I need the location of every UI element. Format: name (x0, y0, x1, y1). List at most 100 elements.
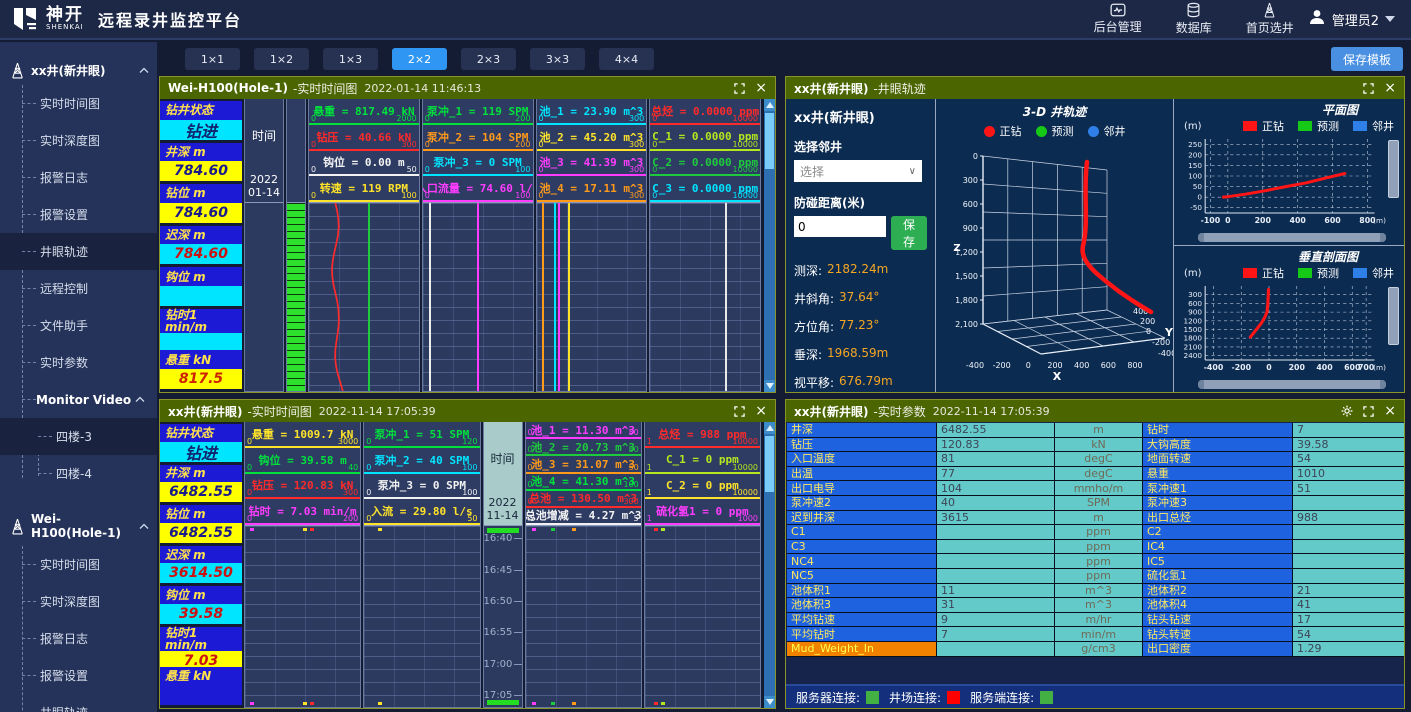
user-menu[interactable]: 管理员2 (1308, 8, 1411, 30)
close-icon[interactable]: × (755, 81, 767, 95)
layout-button-2x2[interactable]: 2×2 (392, 48, 447, 70)
plan-horizontal-scrollbar[interactable] (1198, 233, 1386, 242)
close-icon[interactable]: × (1384, 81, 1396, 95)
curve-legend: 0池_1 = 11.30 m^350 (526, 422, 641, 439)
param-unit-cell: m^3 (1055, 598, 1143, 613)
curve-legend: 0钻时 = 7.03 min/m200 (245, 499, 360, 525)
panel-scrollbar[interactable] (763, 99, 775, 392)
expand-icon[interactable] (734, 83, 745, 94)
layout-button-3x3[interactable]: 3×3 (530, 48, 585, 70)
scroll-thumb[interactable] (765, 436, 774, 492)
param-value-cell (937, 540, 1055, 555)
panel-timestamp: 2022-11-14 17:05:39 (319, 405, 436, 418)
time-tick: 16:45 (484, 565, 522, 576)
param-value-cell (937, 569, 1055, 584)
settings-gear-icon[interactable] (1341, 405, 1353, 417)
vert-vertical-slider[interactable] (1388, 283, 1399, 375)
top-menu-database[interactable]: 数据库 (1176, 2, 1212, 36)
curve-legend: 0钩位 = 39.58 m40 (245, 448, 360, 474)
sidebar-item[interactable]: 实时深度图 (0, 583, 157, 620)
layout-toolbar: 1×1 1×2 1×3 2×2 2×3 3×3 4×4 保存模板 (157, 42, 1411, 76)
curve-min: 0 (311, 165, 316, 174)
expand-icon[interactable] (734, 406, 745, 417)
curve-legend: 0钻压 = 40.66 kN300 (309, 125, 419, 151)
save-button[interactable]: 保存 (891, 216, 927, 250)
vert-horizontal-scrollbar[interactable] (1198, 380, 1386, 389)
data-dot (661, 702, 665, 705)
svg-text:-200: -200 (992, 361, 1010, 370)
close-icon[interactable]: × (755, 404, 767, 418)
param-block: 悬重 kN817.5 (160, 350, 242, 389)
curve-legend: 0泵冲_3 = 0 SPM100 (364, 474, 479, 500)
sidebar-item[interactable]: Monitor Video (0, 381, 157, 418)
scroll-up-arrow[interactable] (764, 99, 775, 111)
scroll-thumb[interactable] (765, 113, 774, 169)
sidebar-item[interactable]: 报警日志 (0, 159, 157, 196)
sidebar-item[interactable]: 报警日志 (0, 620, 157, 657)
sidebar-item[interactable]: 井眼轨迹 (0, 233, 157, 270)
save-template-button[interactable]: 保存模板 (1331, 47, 1403, 71)
scroll-down-arrow[interactable] (764, 380, 775, 392)
close-icon[interactable]: × (1384, 404, 1396, 418)
curve-min: 0 (652, 165, 657, 174)
layout-button-1x1[interactable]: 1×1 (185, 48, 240, 70)
sidebar-item[interactable]: 远程控制 (0, 270, 157, 307)
legend-item: 正钻 (984, 123, 1022, 139)
scroll-down-arrow[interactable] (764, 696, 775, 708)
sidebar-subitem[interactable]: 四楼-3 (0, 418, 157, 455)
layout-button-2x3[interactable]: 2×3 (461, 48, 516, 70)
scroll-up-arrow[interactable] (764, 422, 775, 434)
data-dot (654, 528, 658, 531)
neighbor-well-select[interactable]: 选择 ∨ (794, 160, 922, 182)
curve-min: 0 (528, 497, 533, 506)
sidebar-section-header[interactable]: Wei-H100(Hole-1) (0, 506, 157, 546)
anticollision-distance-label: 防碰距离(米) (794, 194, 927, 211)
param-name-cell: 池体积3 (787, 598, 937, 613)
expand-icon[interactable] (1363, 406, 1374, 417)
curve-text: 泵冲_3 = 0 SPM (434, 154, 522, 170)
sidebar-item[interactable]: 报警设置 (0, 196, 157, 233)
sidebar-item[interactable]: 实时时间图 (0, 546, 157, 583)
layout-button-1x2[interactable]: 1×2 (254, 48, 309, 70)
top-menu-backend[interactable]: 后台管理 (1094, 3, 1142, 35)
sidebar-item[interactable]: 实时时间图 (0, 85, 157, 122)
curve-legend: 0入口流量 = 74.60 l/s100 (423, 176, 533, 202)
panel-subtitle: -实时时间图 (247, 403, 311, 420)
main-area: 1×11×21×32×22×33×34×4 保存模板 Wei-H100(Hole… (157, 42, 1411, 712)
curve-min: 0 (311, 191, 316, 200)
param-block: 钻井状态钻进 (160, 101, 242, 140)
panel-title: xx井(新井眼) (168, 403, 242, 420)
param-name-cell: 硫化氢1 (1143, 569, 1293, 584)
stat-value: 37.64° (839, 290, 879, 307)
param-value-cell: 21 (1293, 584, 1404, 599)
top-menu-well-select[interactable]: 首页选井 (1246, 2, 1294, 36)
time-tick: 16:40 (484, 533, 522, 544)
curve-max: 120 (462, 437, 477, 446)
sidebar-item[interactable]: 实时深度图 (0, 122, 157, 159)
param-name-cell: 池体积2 (1143, 584, 1293, 599)
sidebar-section-header[interactable]: xx井(新井眼) (0, 56, 157, 85)
panel-scrollbar[interactable] (763, 422, 775, 708)
connection-status-item: 井场连接: (889, 689, 960, 706)
sidebar-subitem-label: 四楼-4 (56, 465, 92, 482)
curve-legend: 0池_4 = 41.30 m^3100 (526, 474, 641, 491)
anticollision-distance-input[interactable] (794, 216, 886, 237)
sidebar-item[interactable]: 报警设置 (0, 657, 157, 694)
param-value-cell (937, 525, 1055, 540)
curve-text: 泵冲_3 = 0 SPM (378, 477, 466, 493)
svg-text:150: 150 (1188, 161, 1202, 170)
param-name-cell: 出口电导 (787, 481, 937, 496)
sidebar-item[interactable]: 文件助手 (0, 307, 157, 344)
curve-line (558, 203, 560, 391)
neighbor-well-select-value: 选择 (800, 163, 824, 180)
sidebar-subitem[interactable]: 四楼-4 (0, 455, 157, 492)
svg-text:-400: -400 (965, 361, 983, 370)
chevron-up-icon (139, 67, 149, 74)
sidebar-item[interactable]: 实时参数 (0, 344, 157, 381)
expand-icon[interactable] (1363, 83, 1374, 94)
plan-vertical-slider[interactable] (1388, 136, 1399, 228)
layout-button-1x3[interactable]: 1×3 (323, 48, 378, 70)
sidebar-item[interactable]: 井眼轨迹 (0, 694, 157, 712)
svg-text:0: 0 (1266, 363, 1271, 372)
layout-button-4x4[interactable]: 4×4 (599, 48, 654, 70)
